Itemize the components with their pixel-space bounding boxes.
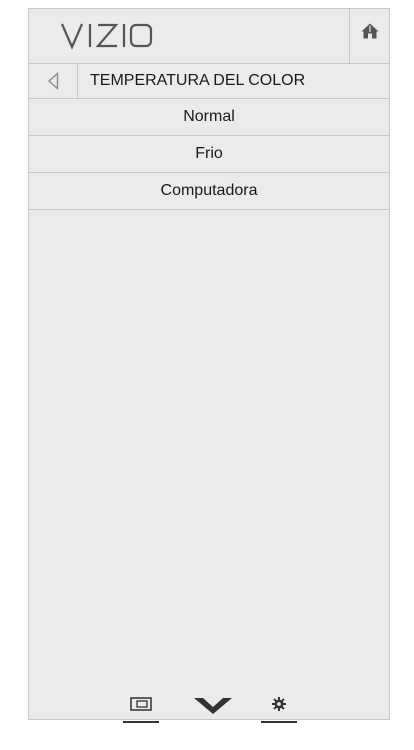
nav-underline — [123, 721, 159, 723]
settings-button[interactable] — [261, 693, 297, 723]
settings-panel: TEMPERATURA DEL COLOR Normal Frio Comput… — [28, 8, 390, 723]
header — [29, 9, 389, 64]
picture-in-picture-icon — [130, 697, 152, 711]
menu-item-frio[interactable]: Frio — [29, 136, 389, 173]
home-button[interactable] — [349, 9, 389, 63]
vizio-menu-button[interactable] — [193, 693, 233, 721]
vizio-logo — [60, 23, 153, 50]
nav-underline — [261, 721, 297, 723]
menu-list: Normal Frio Computadora — [29, 99, 389, 210]
gear-icon — [272, 697, 286, 711]
menu-item-computadora[interactable]: Computadora — [29, 173, 389, 210]
bottom-nav — [29, 693, 389, 723]
title-bar: TEMPERATURA DEL COLOR — [29, 64, 389, 99]
wide-mode-button[interactable] — [123, 693, 159, 723]
menu-item-normal[interactable]: Normal — [29, 99, 389, 136]
back-arrow-icon — [47, 72, 59, 90]
page-title: TEMPERATURA DEL COLOR — [90, 72, 306, 89]
vizio-v-icon — [194, 698, 232, 714]
home-icon — [361, 23, 378, 39]
back-button[interactable] — [29, 64, 78, 98]
